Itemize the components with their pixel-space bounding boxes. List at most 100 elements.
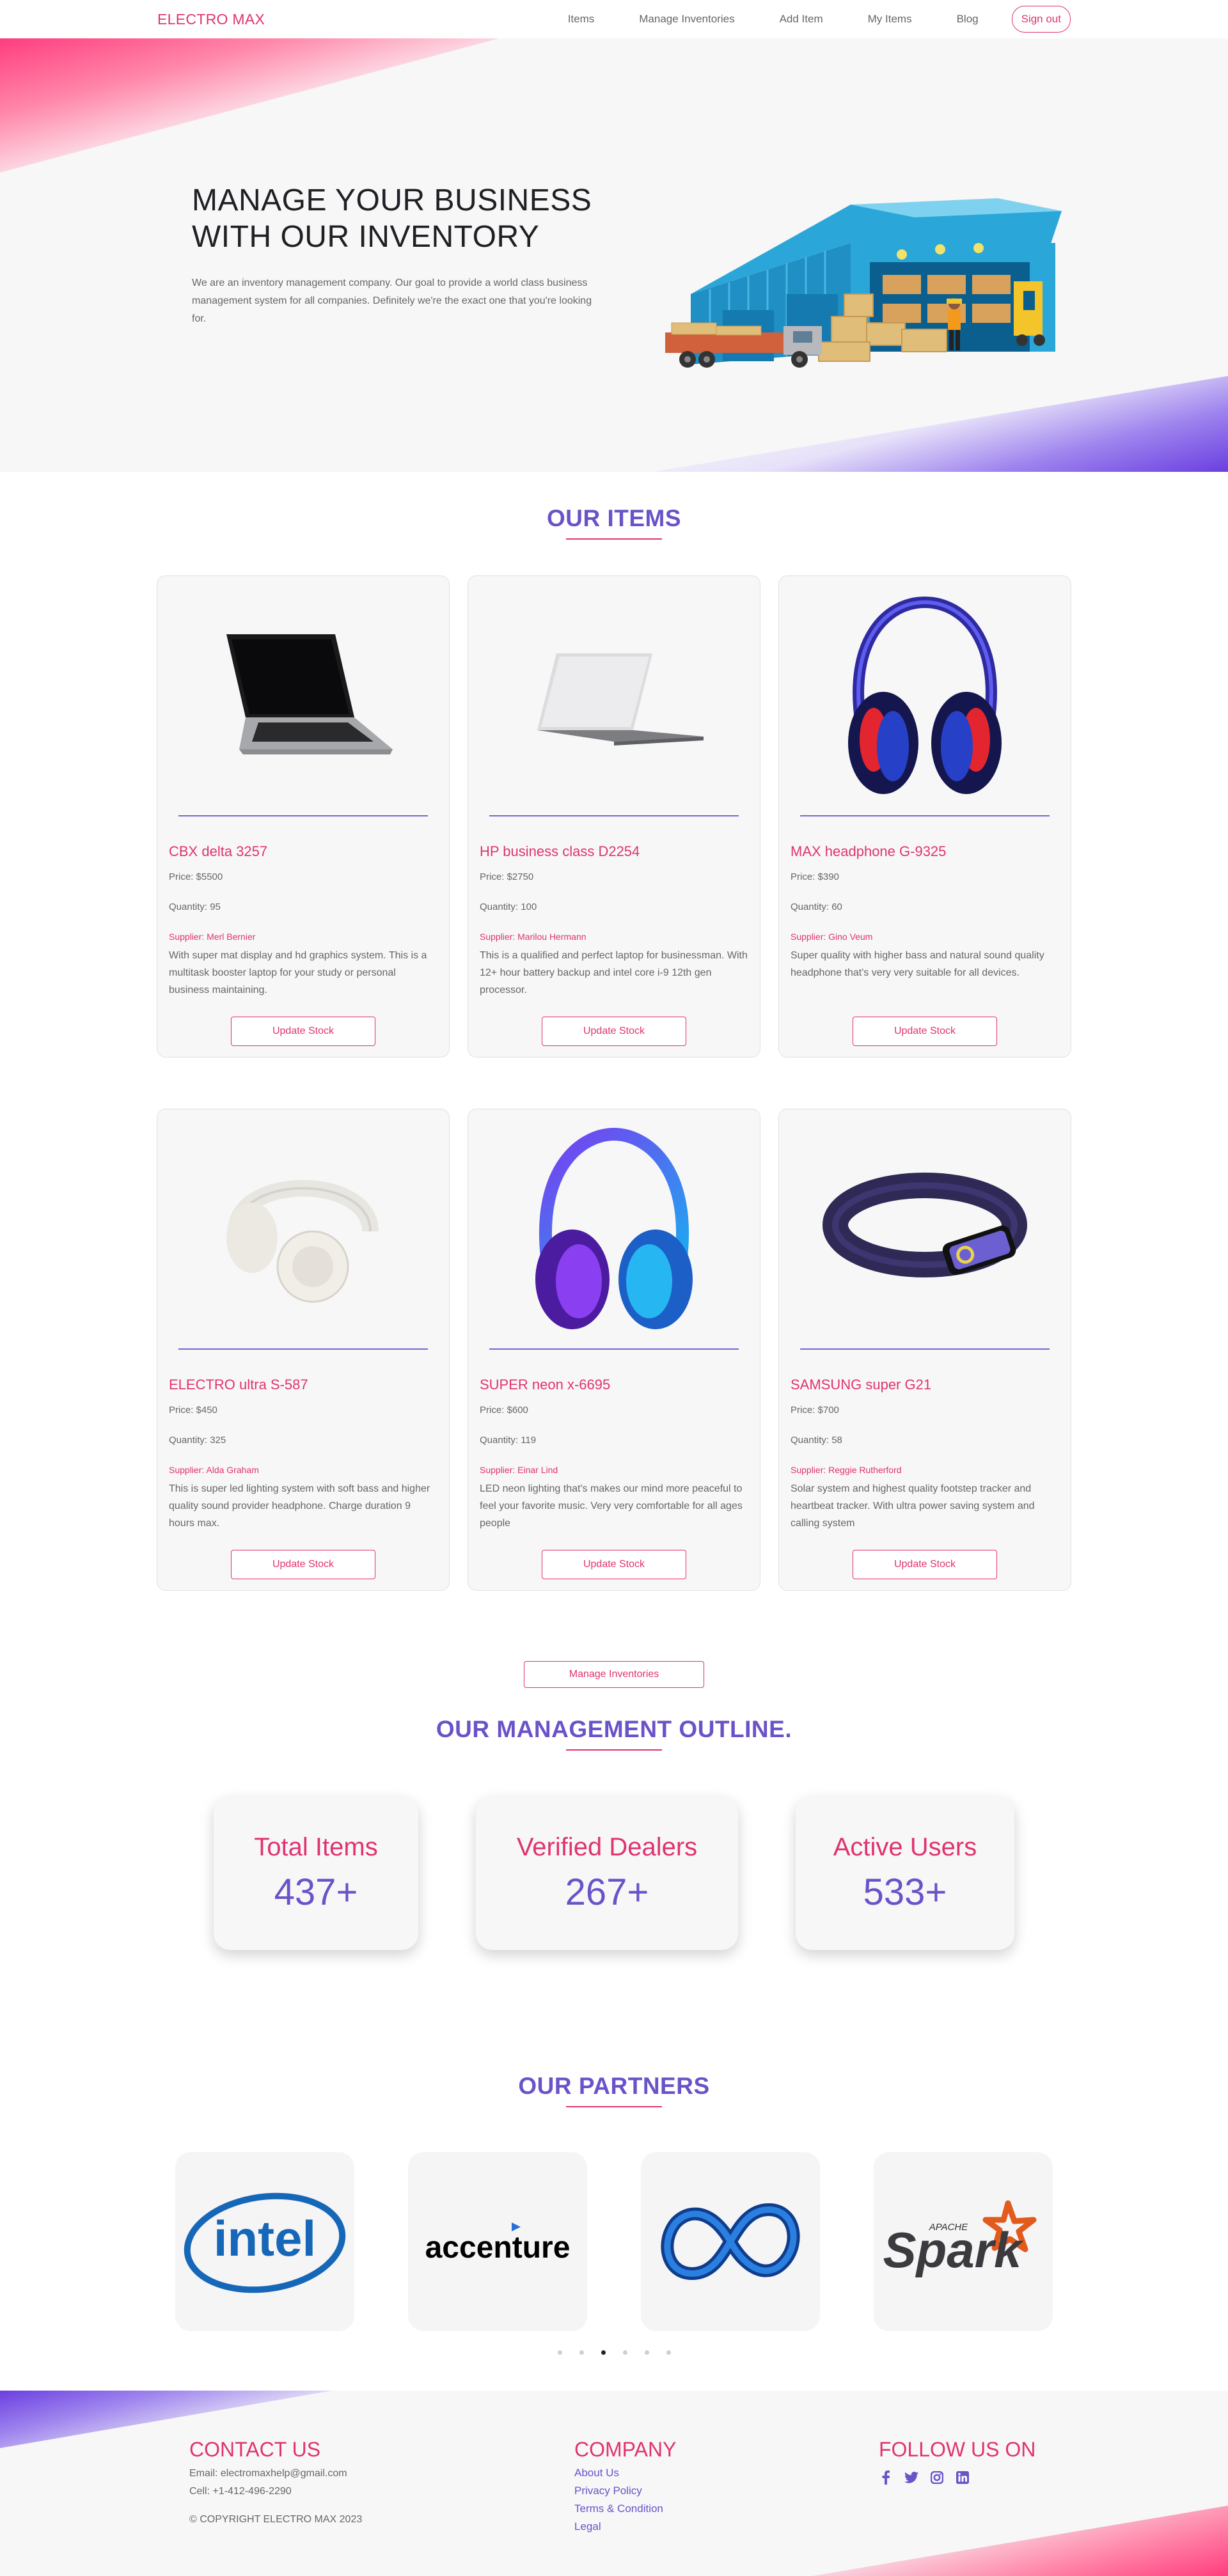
hero-gradient-decoration: [0, 38, 499, 173]
follow-title: FOLLOW US ON: [879, 2438, 1036, 2461]
footer-link-privacy-policy[interactable]: Privacy Policy: [574, 2485, 676, 2497]
sign-out-button[interactable]: Sign out: [1011, 6, 1071, 33]
item-description: This is a qualified and perfect laptop f…: [480, 950, 748, 996]
stat-card-active-users: Active Users 533+: [796, 1797, 1014, 1950]
partner-logos: intel accenture APACHE Spark: [0, 2152, 1228, 2331]
carousel-dot-active[interactable]: [601, 2350, 606, 2355]
copyright-text: © COPYRIGHT ELECTRO MAX 2023: [189, 2514, 363, 2525]
stat-value: 533+: [863, 1871, 947, 1913]
footer-contact: CONTACT US Email: electromaxhelp@gmail.c…: [189, 2438, 362, 2525]
carousel-dot[interactable]: [579, 2350, 584, 2355]
partner-logo-meta[interactable]: [641, 2152, 820, 2331]
stat-card-verified-dealers: Verified Dealers 267+: [476, 1797, 738, 1950]
title-underline: [566, 2106, 662, 2107]
item-image: [480, 1121, 748, 1342]
stat-label: Verified Dealers: [516, 1833, 698, 1861]
item-quantity: Quantity: 325: [169, 1435, 226, 1446]
carousel-dot[interactable]: [644, 2350, 649, 2355]
update-stock-button[interactable]: Update Stock: [231, 1550, 375, 1579]
items-grid: CBX delta 3257 Price: $5500 Quantity: 95…: [157, 575, 1071, 1591]
nav-link-manage-inventories[interactable]: Manage Inventories: [639, 13, 734, 26]
item-description: Super quality with higher bass and natur…: [791, 950, 1044, 979]
linkedin-icon[interactable]: [956, 2471, 970, 2485]
item-quantity: Quantity: 60: [791, 902, 842, 912]
hero-section: MANAGE YOUR BUSINESS WITH OUR INVENTORY …: [0, 38, 1228, 472]
item-supplier: Supplier: Reggie Rutherford: [791, 1465, 902, 1475]
item-card: ELECTRO ultra S-587 Price: $450 Quantity…: [157, 1109, 450, 1591]
stats-row: Total Items 437+ Verified Dealers 267+ A…: [0, 1797, 1228, 1950]
partner-logo-intel[interactable]: intel: [175, 2152, 354, 2331]
partner-logo-accenture[interactable]: accenture: [408, 2152, 587, 2331]
navbar: ELECTRO MAX Items Manage Inventories Add…: [0, 0, 1228, 38]
apache-spark-logo-icon: APACHE Spark: [883, 2200, 1037, 2278]
item-card: CBX delta 3257 Price: $5500 Quantity: 95…: [157, 575, 450, 1058]
meta-infinity-icon: [661, 2203, 800, 2280]
item-card: SUPER neon x-6695 Price: $600 Quantity: …: [468, 1109, 760, 1591]
brand-logo[interactable]: ELECTRO MAX: [157, 11, 265, 28]
management-title: OUR MANAGEMENT OUTLINE.: [436, 1716, 792, 1742]
contact-cell: Cell: +1-412-496-2290: [189, 2486, 292, 2497]
card-divider: [800, 1348, 1050, 1350]
carousel-dot[interactable]: [622, 2350, 627, 2355]
update-stock-button[interactable]: Update Stock: [853, 1550, 997, 1579]
laptop-icon: [537, 653, 704, 745]
update-stock-button[interactable]: Update Stock: [542, 1550, 686, 1579]
item-card: HP business class D2254 Price: $2750 Qua…: [468, 575, 760, 1058]
partner-logo-spark[interactable]: APACHE Spark: [874, 2152, 1053, 2331]
nav-link-my-items[interactable]: My Items: [868, 13, 912, 26]
item-supplier: Supplier: Marilou Hermann: [480, 932, 586, 942]
item-quantity: Quantity: 100: [480, 902, 537, 912]
accenture-logo-icon: accenture: [425, 2222, 571, 2265]
item-image: [791, 1121, 1059, 1342]
footer-link-about-us[interactable]: About Us: [574, 2467, 676, 2479]
nav-links: Items Manage Inventories Add Item My Ite…: [568, 6, 1071, 33]
card-divider: [800, 815, 1050, 816]
card-divider: [489, 815, 739, 816]
card-divider: [489, 1348, 739, 1350]
item-supplier: Supplier: Alda Graham: [169, 1465, 259, 1475]
item-card: MAX headphone G-9325 Price: $390 Quantit…: [778, 575, 1071, 1058]
company-title: COMPANY: [574, 2438, 677, 2461]
intel-logo-icon: intel: [184, 2192, 346, 2293]
intel-logo-text: intel: [214, 2210, 316, 2267]
items-title: OUR ITEMS: [546, 505, 682, 531]
update-stock-button[interactable]: Update Stock: [853, 1017, 997, 1046]
nav-link-add-item[interactable]: Add Item: [780, 13, 823, 26]
item-quantity: Quantity: 58: [791, 1435, 842, 1446]
update-stock-button[interactable]: Update Stock: [542, 1017, 686, 1046]
hero-text: MANAGE YOUR BUSINESS WITH OUR INVENTORY …: [192, 183, 601, 328]
items-section: OUR ITEMS CBX delta 3257 Price: $5500 Qu…: [0, 472, 1228, 1591]
item-price: Price: $390: [791, 871, 839, 882]
hero-description: We are an inventory management company. …: [192, 277, 592, 325]
footer-link-legal[interactable]: Legal: [574, 2520, 676, 2533]
item-description: Solar system and highest quality footste…: [791, 1483, 1035, 1529]
item-name: SAMSUNG super G21: [791, 1377, 932, 1393]
item-price: Price: $600: [480, 1405, 528, 1416]
partners-section: OUR PARTNERS intel accenture APACHE Spar…: [0, 2073, 1228, 2355]
carousel-dot[interactable]: [557, 2350, 562, 2355]
item-price: Price: $5500: [169, 871, 223, 882]
stat-label: Total Items: [254, 1833, 378, 1861]
nav-link-items[interactable]: Items: [568, 13, 595, 26]
item-name: HP business class D2254: [480, 843, 640, 859]
item-name: ELECTRO ultra S-587: [169, 1377, 308, 1393]
card-divider: [178, 1348, 428, 1350]
hero-gradient-decoration: [652, 376, 1228, 472]
item-description: This is super led lighting system with s…: [169, 1483, 430, 1529]
twitter-icon[interactable]: [904, 2471, 918, 2485]
headphones-icon: [848, 596, 1002, 794]
facebook-icon[interactable]: [879, 2471, 893, 2485]
carousel-dot[interactable]: [666, 2350, 671, 2355]
update-stock-button[interactable]: Update Stock: [231, 1017, 375, 1046]
footer-link-terms[interactable]: Terms & Condition: [574, 2502, 676, 2515]
item-image: [791, 588, 1059, 809]
nav-link-blog[interactable]: Blog: [957, 13, 979, 26]
item-supplier: Supplier: Merl Bernier: [169, 932, 256, 942]
accenture-logo-text: accenture: [425, 2231, 571, 2265]
manage-inventories-button[interactable]: Manage Inventories: [524, 1661, 704, 1688]
instagram-icon[interactable]: [930, 2471, 944, 2485]
carousel-dots: [0, 2350, 1228, 2355]
contact-title: CONTACT US: [189, 2438, 321, 2461]
item-name: SUPER neon x-6695: [480, 1377, 611, 1393]
card-divider: [178, 815, 428, 816]
